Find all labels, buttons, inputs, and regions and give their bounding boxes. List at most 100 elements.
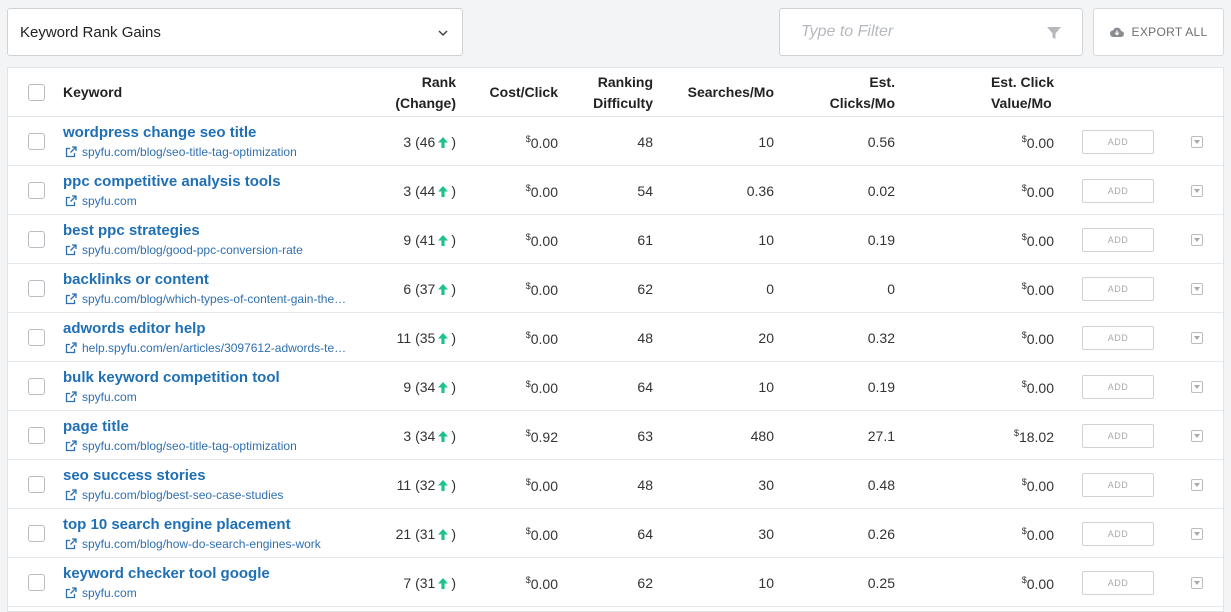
cost-click-value: 0.00: [530, 576, 558, 592]
cost-click-cell: $0.00: [526, 526, 558, 543]
ranking-url-link[interactable]: spyfu.com/blog/good-ppc-conversion-rate: [65, 243, 303, 257]
rank-open-paren: (: [411, 526, 420, 542]
ranking-url-link[interactable]: spyfu.com/blog/how-do-search-engines-wor…: [65, 537, 321, 551]
report-type-value: Keyword Rank Gains: [20, 23, 161, 41]
row-menu-dropdown[interactable]: [1191, 332, 1203, 344]
rank-close-paren: ): [451, 575, 456, 591]
export-all-button[interactable]: EXPORT ALL: [1093, 8, 1224, 56]
table-row: keyword checker tool google spyfu.com 7 (3…: [8, 558, 1223, 607]
add-keyword-button[interactable]: ADD: [1082, 179, 1154, 203]
filter-field[interactable]: [779, 8, 1083, 56]
est-click-value-cell: $0.00: [1022, 575, 1054, 592]
change-value: 32: [419, 477, 436, 493]
row-menu-dropdown[interactable]: [1191, 430, 1203, 442]
ranking-difficulty-cell: 48: [637, 134, 653, 150]
rank-close-paren: ): [451, 232, 456, 248]
row-menu-dropdown[interactable]: [1191, 479, 1203, 491]
est-clicks-cell: 0.19: [867, 379, 895, 395]
rank-open-paren: (: [411, 134, 420, 150]
external-link-icon: [65, 195, 77, 207]
rank-change: 9 (41): [403, 232, 456, 248]
row-menu-dropdown[interactable]: [1191, 283, 1203, 295]
rank-up-arrow-icon: [438, 381, 449, 393]
rank-open-paren: (: [411, 330, 420, 346]
keyword-link[interactable]: best ppc strategies: [63, 222, 200, 239]
select-all-checkbox[interactable]: [28, 84, 45, 101]
keyword-link[interactable]: wordpress change seo title: [63, 124, 256, 141]
ranking-url-link[interactable]: help.spyfu.com/en/articles/3097612-adwor…: [65, 341, 346, 355]
rank-close-paren: ): [451, 379, 456, 395]
add-keyword-button[interactable]: ADD: [1082, 375, 1154, 399]
row-checkbox[interactable]: [28, 525, 45, 542]
report-type-select[interactable]: Keyword Rank Gains: [7, 8, 463, 56]
est-click-value: 18.02: [1018, 429, 1054, 445]
keyword-link[interactable]: page title: [63, 418, 129, 435]
header-rank[interactable]: Rank (Change): [395, 72, 456, 114]
ranking-url-link[interactable]: spyfu.com/blog/which-types-of-content-ga…: [65, 292, 346, 306]
row-checkbox[interactable]: [28, 574, 45, 591]
est-click-value: 0.00: [1026, 184, 1054, 200]
est-click-value-cell: $0.00: [1022, 379, 1054, 396]
ranking-url-text: spyfu.com: [82, 390, 137, 404]
add-keyword-button[interactable]: ADD: [1082, 424, 1154, 448]
external-link-icon: [65, 440, 77, 452]
row-menu-dropdown[interactable]: [1191, 136, 1203, 148]
header-est-click-value[interactable]: Est. Click Value/Mo: [991, 72, 1054, 114]
ranking-url-link[interactable]: spyfu.com/blog/best-seo-case-studies: [65, 488, 283, 502]
row-checkbox[interactable]: [28, 182, 45, 199]
add-keyword-button[interactable]: ADD: [1082, 228, 1154, 252]
change-value: 35: [419, 330, 436, 346]
rank-value: 3: [403, 428, 412, 444]
header-ranking-difficulty[interactable]: Ranking Difficulty: [593, 72, 653, 114]
export-all-label: EXPORT ALL: [1131, 25, 1208, 39]
keyword-link[interactable]: adwords editor help: [63, 320, 206, 337]
filter-input[interactable]: [780, 9, 1040, 55]
row-menu-dropdown[interactable]: [1191, 381, 1203, 393]
keyword-link[interactable]: bulk keyword competition tool: [63, 369, 280, 386]
row-menu-dropdown[interactable]: [1191, 528, 1203, 540]
row-menu-dropdown[interactable]: [1191, 577, 1203, 589]
cost-click-value: 0.00: [530, 331, 558, 347]
ranking-url-link[interactable]: spyfu.com: [65, 390, 137, 404]
keyword-link[interactable]: keyword checker tool google: [63, 565, 270, 582]
ranking-difficulty-cell: 61: [637, 232, 653, 248]
add-keyword-button[interactable]: ADD: [1082, 473, 1154, 497]
add-keyword-button[interactable]: ADD: [1082, 130, 1154, 154]
row-checkbox[interactable]: [28, 280, 45, 297]
add-keyword-button[interactable]: ADD: [1082, 571, 1154, 595]
ranking-url-link[interactable]: spyfu.com: [65, 194, 137, 208]
ranking-url-link[interactable]: spyfu.com/blog/seo-title-tag-optimizatio…: [65, 439, 297, 453]
table-row: page title spyfu.com/blog/seo-title-tag-o…: [8, 411, 1223, 460]
row-checkbox[interactable]: [28, 378, 45, 395]
rank-close-paren: ): [451, 428, 456, 444]
row-menu-dropdown[interactable]: [1191, 185, 1203, 197]
row-checkbox[interactable]: [28, 329, 45, 346]
row-checkbox[interactable]: [28, 427, 45, 444]
row-checkbox[interactable]: [28, 133, 45, 150]
cloud-download-icon: [1109, 27, 1124, 38]
cost-click-cell: $0.00: [526, 134, 558, 151]
header-keyword[interactable]: Keyword: [63, 82, 122, 103]
ranking-url-link[interactable]: spyfu.com/blog/seo-title-tag-optimizatio…: [65, 145, 297, 159]
header-searches[interactable]: Searches/Mo: [688, 82, 774, 103]
est-click-value-cell: $0.00: [1022, 134, 1054, 151]
keyword-link[interactable]: backlinks or content: [63, 271, 209, 288]
row-checkbox[interactable]: [28, 231, 45, 248]
rank-value: 7: [403, 575, 412, 591]
add-keyword-button[interactable]: ADD: [1082, 522, 1154, 546]
row-menu-dropdown[interactable]: [1191, 234, 1203, 246]
add-keyword-button[interactable]: ADD: [1082, 326, 1154, 350]
header-est-clicks[interactable]: Est. Clicks/Mo: [830, 72, 895, 114]
add-keyword-button[interactable]: ADD: [1082, 277, 1154, 301]
est-click-value-cell: $0.00: [1022, 477, 1054, 494]
keyword-link[interactable]: ppc competitive analysis tools: [63, 173, 281, 190]
est-click-value: 0.00: [1026, 135, 1054, 151]
rank-close-paren: ): [451, 526, 456, 542]
header-clicks-line2: Clicks/Mo: [829, 95, 895, 111]
ranking-url-link[interactable]: spyfu.com: [65, 586, 137, 600]
est-clicks-cell: 0.48: [867, 477, 895, 493]
row-checkbox[interactable]: [28, 476, 45, 493]
header-cost-click[interactable]: Cost/Click: [490, 82, 558, 103]
keyword-link[interactable]: seo success stories: [63, 467, 206, 484]
keyword-link[interactable]: top 10 search engine placement: [63, 516, 291, 533]
